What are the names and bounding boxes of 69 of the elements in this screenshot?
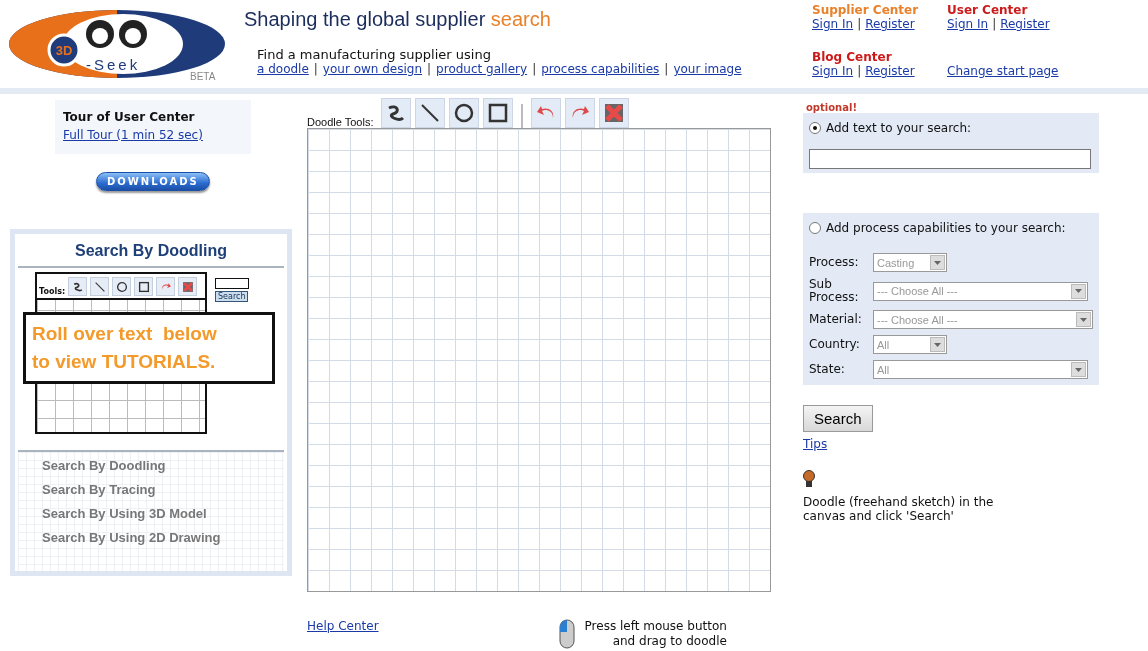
- caret-icon: [934, 342, 941, 347]
- tutorial-banner: Roll over text below to view TUTORIALS.: [23, 312, 275, 384]
- tutorial-link[interactable]: Search By Tracing: [42, 482, 284, 497]
- text-option-radio[interactable]: Add text to your search:: [809, 121, 1093, 135]
- account-link[interactable]: Register: [865, 17, 915, 31]
- tool-button[interactable]: [599, 98, 630, 128]
- squiggle-icon: [71, 280, 84, 293]
- tools-label: Tools:: [39, 287, 66, 296]
- account-link[interactable]: Sign In: [812, 17, 854, 31]
- intro-text: Find a manufacturing supplier using: [257, 47, 492, 62]
- separator-text: |: [857, 64, 862, 78]
- lightbulb-icon: [803, 469, 815, 489]
- account-link[interactable]: Sign In: [812, 64, 854, 78]
- optional-label: optional!: [806, 102, 857, 113]
- separator-text: |: [532, 62, 537, 76]
- tutorial-link[interactable]: Search By Using 2D Drawing: [42, 530, 284, 545]
- separator-text: |: [992, 17, 997, 31]
- line-icon: [93, 280, 106, 293]
- center-title: Supplier Center: [812, 4, 920, 17]
- downloads-button[interactable]: DOWNLOADS: [96, 172, 210, 191]
- search-mode-link[interactable]: process capabilities: [541, 62, 660, 76]
- separator-text: |: [857, 17, 862, 31]
- doodle-tools-label: Doodle Tools:: [307, 116, 374, 128]
- process-option-radio[interactable]: Add process capabilities to your search:: [809, 221, 1093, 235]
- search-mode-link[interactable]: your own design: [322, 62, 423, 76]
- tool-button[interactable]: [381, 98, 412, 128]
- separator-text: |: [427, 62, 432, 76]
- center-title: Blog Center: [812, 51, 893, 64]
- account-link[interactable]: Register: [865, 64, 915, 78]
- panel-title: Search By Doodling: [18, 234, 284, 268]
- full-tour-link[interactable]: Full Tour (1 min 52 sec): [63, 128, 243, 142]
- separator-text: |: [664, 62, 669, 76]
- field-label: Material:: [809, 313, 863, 326]
- tutorial-link[interactable]: Search By Doodling: [42, 458, 284, 473]
- search-button[interactable]: Search: [803, 405, 873, 432]
- tool-button[interactable]: [449, 98, 480, 128]
- search-mode-link[interactable]: your image: [673, 62, 742, 76]
- caret-icon: [1075, 367, 1082, 372]
- account-link[interactable]: Register: [1000, 17, 1050, 31]
- site-tagline: Shaping the global supplier search: [244, 8, 552, 31]
- tool-button[interactable]: [415, 98, 446, 128]
- mouse-icon: [558, 619, 575, 649]
- tutorial-link[interactable]: Search By Using 3D Model: [42, 506, 284, 521]
- eraser-icon: [603, 102, 626, 124]
- circle-icon: [453, 102, 476, 124]
- help-center-link[interactable]: Help Center: [307, 619, 379, 633]
- search-mode-link[interactable]: a doodle: [257, 62, 309, 76]
- square-icon: [487, 102, 510, 124]
- change-start-page-link[interactable]: Change start page: [947, 64, 1059, 78]
- mouse-hint-text: Press left mouse button and drag to doodle: [584, 619, 727, 649]
- search-text-field[interactable]: [809, 149, 1091, 169]
- eraser-icon: [181, 280, 194, 293]
- field-label: State:: [809, 363, 846, 376]
- caret-icon: [934, 260, 941, 265]
- field-label: Sub Process:: [809, 278, 860, 304]
- tips-link[interactable]: Tips: [803, 437, 828, 451]
- tour-title: Tour of User Center: [63, 110, 196, 124]
- square-icon: [137, 280, 150, 293]
- center-title: User Center: [947, 4, 1029, 17]
- caret-icon: [1075, 289, 1082, 293]
- circle-icon: [115, 280, 128, 293]
- separator-text: |: [313, 62, 318, 76]
- field-label: Process:: [809, 256, 860, 269]
- tool-button[interactable]: [483, 98, 514, 128]
- account-link[interactable]: Sign In: [947, 17, 989, 31]
- search-mode-link[interactable]: product gallery: [436, 62, 528, 76]
- caret-icon: [1080, 317, 1087, 322]
- field-label: Country:: [809, 338, 861, 351]
- hint-text: Doodle (freehand sketch) in the canvas and click 'Search': [803, 495, 995, 523]
